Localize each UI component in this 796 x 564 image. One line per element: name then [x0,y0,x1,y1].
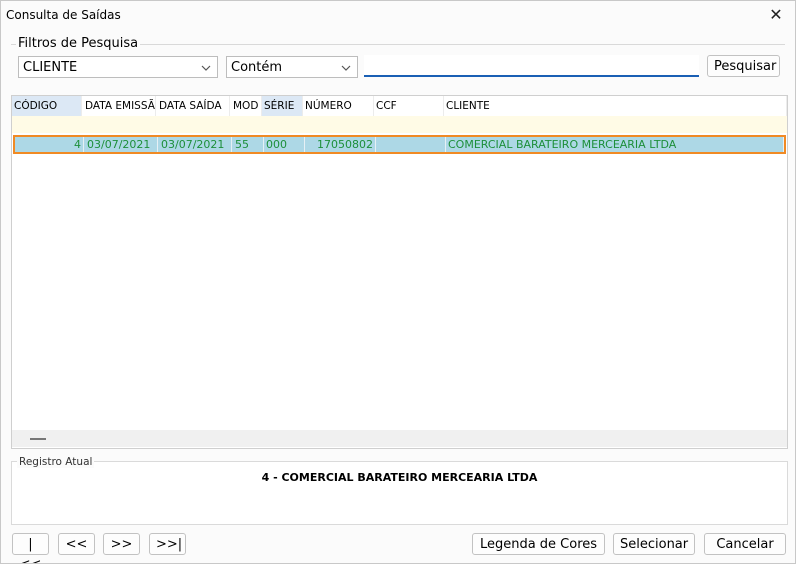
grid-filter-row[interactable] [12,116,787,133]
cancel-button[interactable]: Cancelar [704,533,786,555]
previous-record-button[interactable]: << [58,533,95,555]
search-input[interactable] [364,55,699,77]
column-header-numero[interactable]: NÚMERO [303,96,374,116]
cell-mod: 55 [233,137,264,152]
dialog-window: Consulta de Saídas ✕ Filtros de Pesquisa… [0,0,796,564]
field-select[interactable]: CLIENTE [18,56,218,78]
registro-atual-text: 4 - COMERCIAL BARATEIRO MERCEARIA LTDA [261,471,538,484]
cell-codigo: 4 [15,137,84,152]
chevron-down-icon [341,57,351,87]
filters-group-label: Filtros de Pesquisa [16,36,141,51]
column-header-ccf[interactable]: CCF [374,96,444,116]
operator-select-value: Contém [231,60,283,75]
chevron-down-icon [201,57,211,87]
cell-numero: 17050802 [305,137,376,152]
cell-cliente: COMERCIAL BARATEIRO MERCEARIA LTDA [446,137,784,152]
column-header-codigo[interactable]: CÓDIGO [12,96,82,116]
cell-data-emissao: 03/07/2021 [85,137,158,152]
column-header-serie[interactable]: SÉRIE [262,96,303,116]
field-select-value: CLIENTE [23,60,78,75]
registro-atual-panel: 4 - COMERCIAL BARATEIRO MERCEARIA LTDA [11,461,788,525]
close-icon[interactable]: ✕ [765,4,787,26]
last-record-button[interactable]: >>| [149,533,186,555]
title-bar: Consulta de Saídas ✕ [1,1,795,29]
column-header-cliente[interactable]: CLIENTE [444,96,787,116]
first-record-button[interactable]: |<< [12,533,49,563]
column-header-data-emissao[interactable]: DATA EMISSÃO [83,96,156,116]
column-header-data-saida[interactable]: DATA SAÍDA [157,96,230,116]
operator-select[interactable]: Contém [226,56,358,78]
registro-atual-label: Registro Atual [17,456,95,468]
scrollbar-thumb[interactable] [30,438,46,440]
cell-ccf [376,137,446,152]
horizontal-scrollbar[interactable] [12,430,787,447]
column-header-mod[interactable]: MOD [231,96,262,116]
search-button[interactable]: Pesquisar [707,55,780,77]
grid-header: CÓDIGO DATA EMISSÃO DATA SAÍDA MOD SÉRIE… [12,96,787,117]
next-record-button[interactable]: >> [103,533,140,555]
window-title: Consulta de Saídas [6,8,121,22]
cell-serie: 000 [264,137,305,152]
table-row[interactable]: 4 03/07/2021 03/07/2021 55 000 17050802 … [13,135,786,154]
select-button[interactable]: Selecionar [613,533,695,555]
results-grid[interactable]: CÓDIGO DATA EMISSÃO DATA SAÍDA MOD SÉRIE… [11,95,788,449]
cell-data-saida: 03/07/2021 [159,137,232,152]
color-legend-button[interactable]: Legenda de Cores [472,533,605,555]
